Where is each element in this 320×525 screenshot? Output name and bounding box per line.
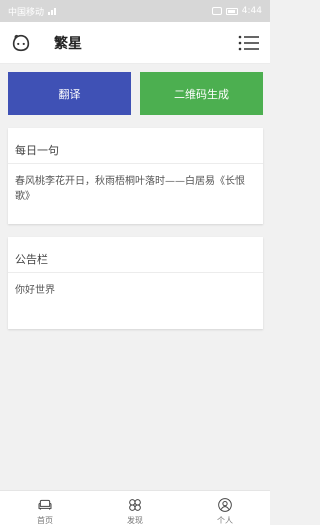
daily-quote-text: 春风桃李花开日，秋雨梧桐叶落时——白居易《长恨歌》 [15, 176, 245, 202]
bottom-nav: 首页 发现 个人 [0, 490, 270, 525]
app-title: 繁星 [54, 35, 82, 52]
nav-item-profile[interactable]: 个人 [195, 497, 255, 525]
notice-board-title: 公告栏 [8, 237, 263, 273]
nav-item-discover[interactable]: 发现 [105, 497, 165, 525]
signal-icon [48, 7, 58, 15]
carrier-name: 中国移动 [8, 7, 45, 18]
menu-icon[interactable] [238, 34, 260, 52]
status-right: 4:44 [211, 6, 262, 16]
sofa-icon [38, 499, 52, 510]
user-icon [218, 498, 232, 512]
face-icon[interactable] [10, 32, 32, 54]
action-button-row: 翻译 二维码生成 [8, 72, 263, 115]
notice-board-card: 公告栏 你好世界 [8, 237, 263, 329]
battery-icon [225, 7, 238, 15]
notice-board-text: 你好世界 [15, 285, 55, 296]
status-left: 中国移动 [8, 5, 58, 18]
app-bar: 繁星 [0, 22, 270, 64]
clover-icon [129, 499, 141, 511]
status-bar: 中国移动 4:44 [0, 0, 270, 22]
qrcode-button[interactable]: 二维码生成 [140, 72, 263, 115]
status-time: 4:44 [241, 6, 262, 16]
nav-label-discover: 发现 [127, 516, 143, 525]
nav-label-profile: 个人 [217, 516, 233, 525]
nav-item-home[interactable]: 首页 [15, 497, 75, 525]
nav-label-home: 首页 [37, 516, 53, 525]
daily-quote-card: 每日一句 春风桃李花开日，秋雨梧桐叶落时——白居易《长恨歌》 [8, 128, 263, 224]
translate-button[interactable]: 翻译 [8, 72, 131, 115]
vibrate-icon [211, 7, 222, 15]
daily-quote-title: 每日一句 [8, 128, 263, 164]
